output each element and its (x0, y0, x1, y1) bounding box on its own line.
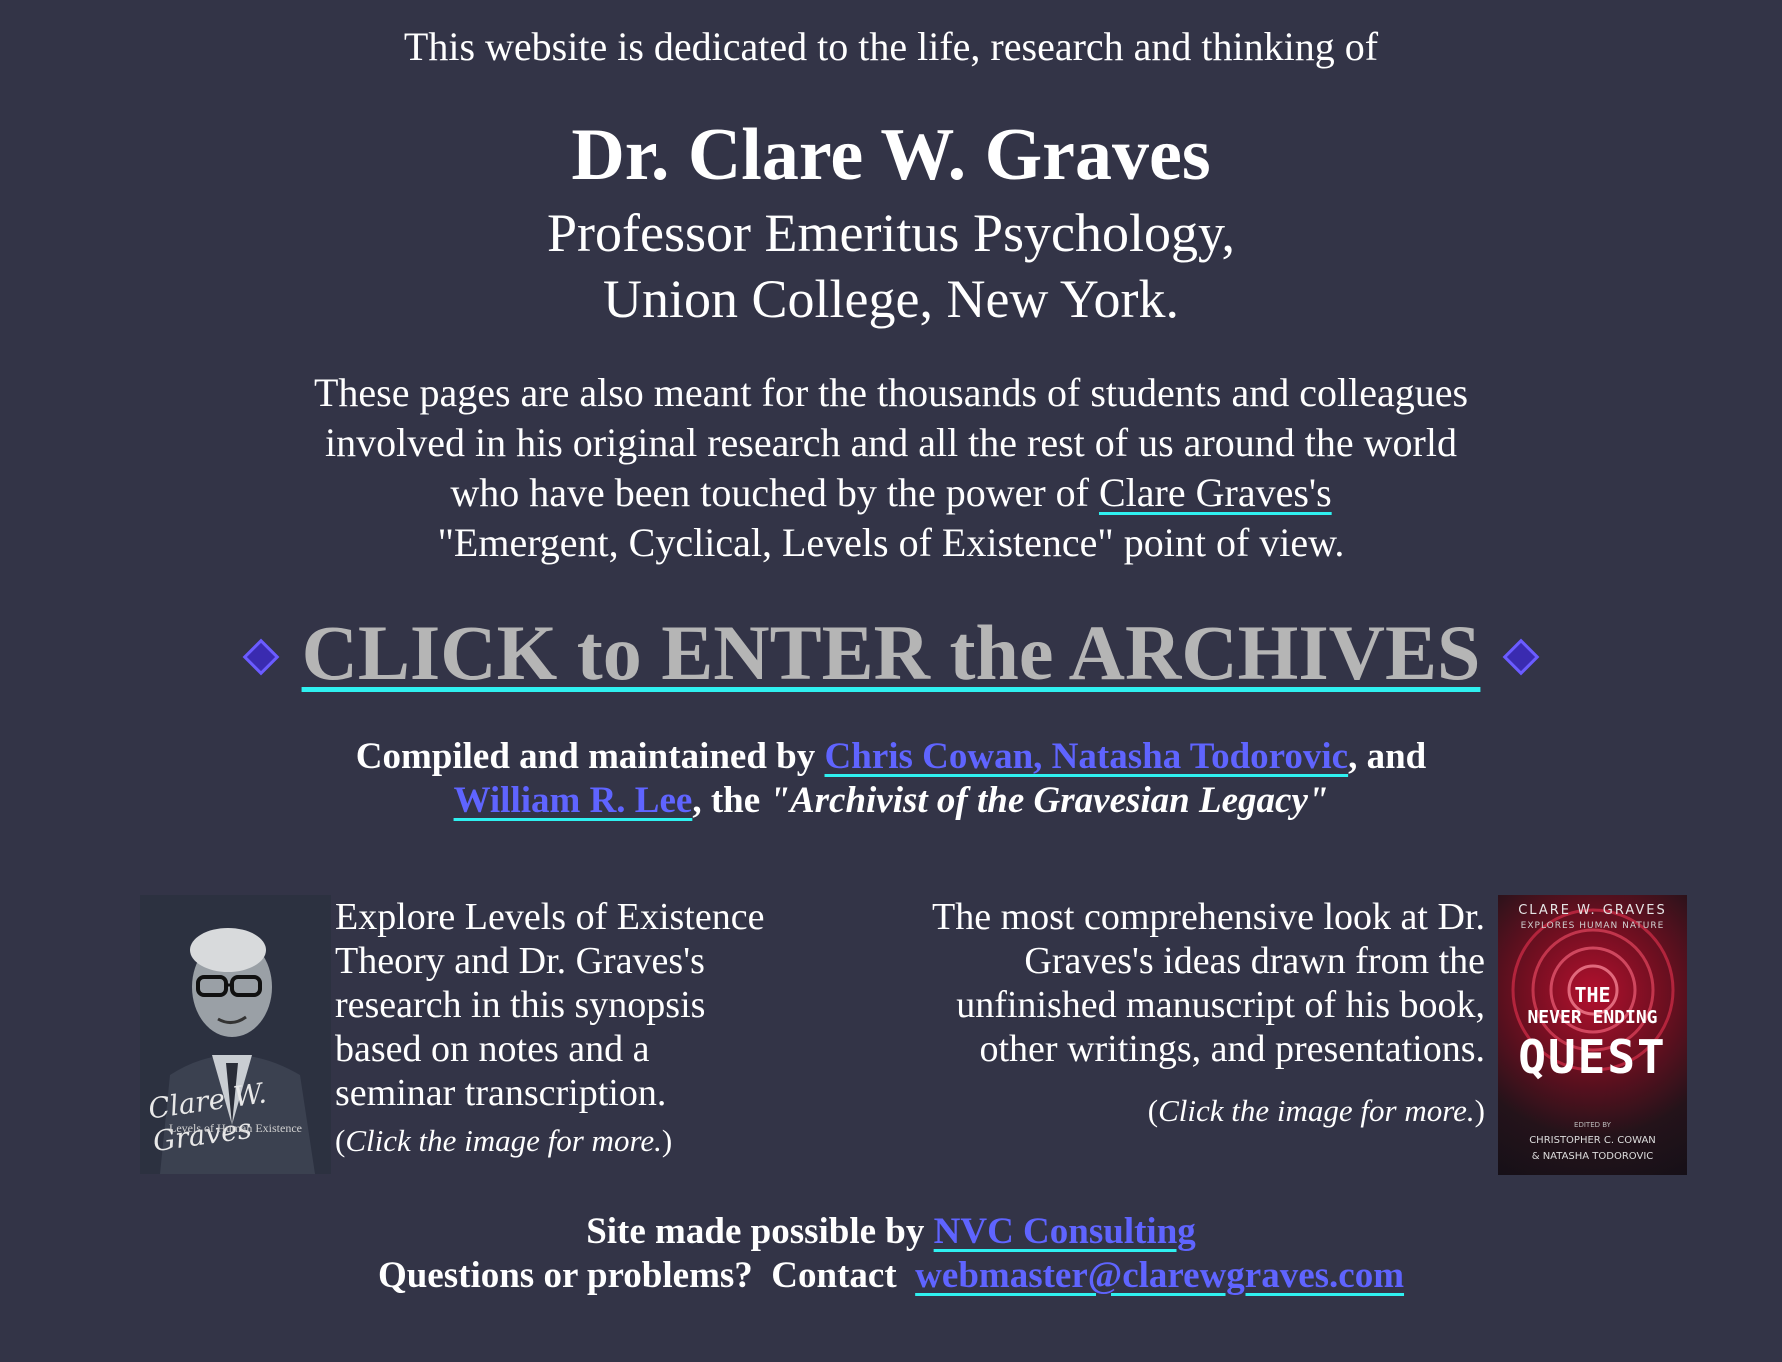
right-click-hint: (Click the image for more.) (1147, 1093, 1485, 1128)
cover-never-ending: NEVER ENDING (1527, 1007, 1658, 1028)
diamond-bullet-icon (242, 638, 279, 676)
webmaster-email-link[interactable]: webmaster@clarewgraves.com (915, 1255, 1404, 1296)
right-desc-line: other writings, and presentations. (979, 1028, 1485, 1070)
right-book-description: The most comprehensive look at Dr. Grave… (870, 895, 1485, 1131)
left-desc-line: Explore Levels of Existence (335, 896, 765, 938)
compiled-suffix: , the (692, 780, 770, 821)
cover-editors-line-1: CHRISTOPHER C. COWAN (1529, 1135, 1656, 1146)
intro-text: This website is dedicated to the life, r… (403, 24, 1379, 69)
purpose-paragraph: These pages are also meant for the thous… (0, 368, 1782, 568)
clare-graves-link[interactable]: Clare Graves's (1099, 470, 1332, 515)
diamond-bullet-icon (1503, 638, 1540, 676)
purpose-line-2: involved in his original research and al… (325, 420, 1457, 465)
left-desc-line: seminar transcription. (335, 1072, 667, 1114)
archives-banner: CLICK to ENTER the ARCHIVES (0, 608, 1782, 698)
left-book-description: Explore Levels of Existence Theory and D… (335, 895, 805, 1161)
compiled-by: Compiled and maintained by Chris Cowan, … (0, 735, 1782, 823)
william-lee-link[interactable]: William R. Lee (454, 780, 693, 821)
levels-of-human-existence-book-cover[interactable]: Clare W. Graves Levels of Human Existenc… (140, 895, 331, 1174)
footer-line-2: Questions or problems? Contact webmaster… (0, 1254, 1782, 1298)
compiled-line-2: William R. Lee, the "Archivist of the Gr… (0, 779, 1782, 823)
cover-editors-line-2: & NATASHA TODOROVIC (1531, 1151, 1654, 1162)
purpose-line-3: who have been touched by the power of Cl… (0, 468, 1782, 518)
cover-the: THE (1574, 983, 1611, 1007)
footer-line-1: Site made possible by NVC Consulting (0, 1210, 1782, 1254)
right-desc-line: unfinished manuscript of his book, (956, 984, 1485, 1026)
footer-contact-prefix: Questions or problems? Contact (377, 1255, 916, 1296)
compiled-middle: , and (1348, 736, 1427, 777)
purpose-line-4: "Emergent, Cyclical, Levels of Existence… (437, 520, 1345, 565)
cover-quest: QUEST (1518, 1030, 1667, 1084)
nvc-consulting-link[interactable]: NVC Consulting (934, 1211, 1196, 1252)
compiled-line-1: Compiled and maintained by Chris Cowan, … (0, 735, 1782, 779)
archivist-title: "Archivist of the Gravesian Legacy" (769, 780, 1329, 821)
purpose-line-3-prefix: who have been touched by the power of (450, 470, 1099, 515)
left-desc-line: research in this synopsis (335, 984, 706, 1026)
left-click-hint-text: Click the image for more. (345, 1123, 662, 1158)
right-desc-line: The most comprehensive look at Dr. (932, 896, 1485, 938)
never-ending-quest-book-cover[interactable]: CLARE W. GRAVES EXPLORES HUMAN NATURE TH… (1498, 895, 1687, 1175)
purpose-line-1: These pages are also meant for the thous… (313, 370, 1469, 415)
cover-tagline: EXPLORES HUMAN NATURE (1520, 921, 1665, 931)
subtitle-line-1: Professor Emeritus Psychology, (547, 203, 1235, 263)
left-desc-line: based on notes and a (335, 1028, 650, 1070)
left-click-hint: (Click the image for more.) (335, 1123, 673, 1158)
left-desc-line: Theory and Dr. Graves's (335, 940, 705, 982)
compiled-prefix: Compiled and maintained by (355, 736, 825, 777)
footer-sponsor-prefix: Site made possible by (586, 1211, 934, 1252)
subtitle-line-2: Union College, New York. (603, 269, 1179, 329)
cover-edited-by: EDITED BY (1574, 1121, 1611, 1129)
page-title: Dr. Clare W. Graves (571, 114, 1211, 196)
right-desc-line: Graves's ideas drawn from the (1024, 940, 1485, 982)
page-subtitle: Professor Emeritus Psychology, Union Col… (0, 200, 1782, 332)
cover-author: CLARE W. GRAVES (1518, 903, 1667, 918)
enter-archives-link[interactable]: CLICK to ENTER the ARCHIVES (302, 609, 1481, 696)
cowan-todorovic-link[interactable]: Chris Cowan, Natasha Todorovic (825, 736, 1349, 777)
book-cover-subtitle: Levels of Human Existence (169, 1121, 302, 1135)
right-click-hint-text: Click the image for more. (1158, 1093, 1475, 1128)
site-footer: Site made possible by NVC Consulting Que… (0, 1210, 1782, 1298)
